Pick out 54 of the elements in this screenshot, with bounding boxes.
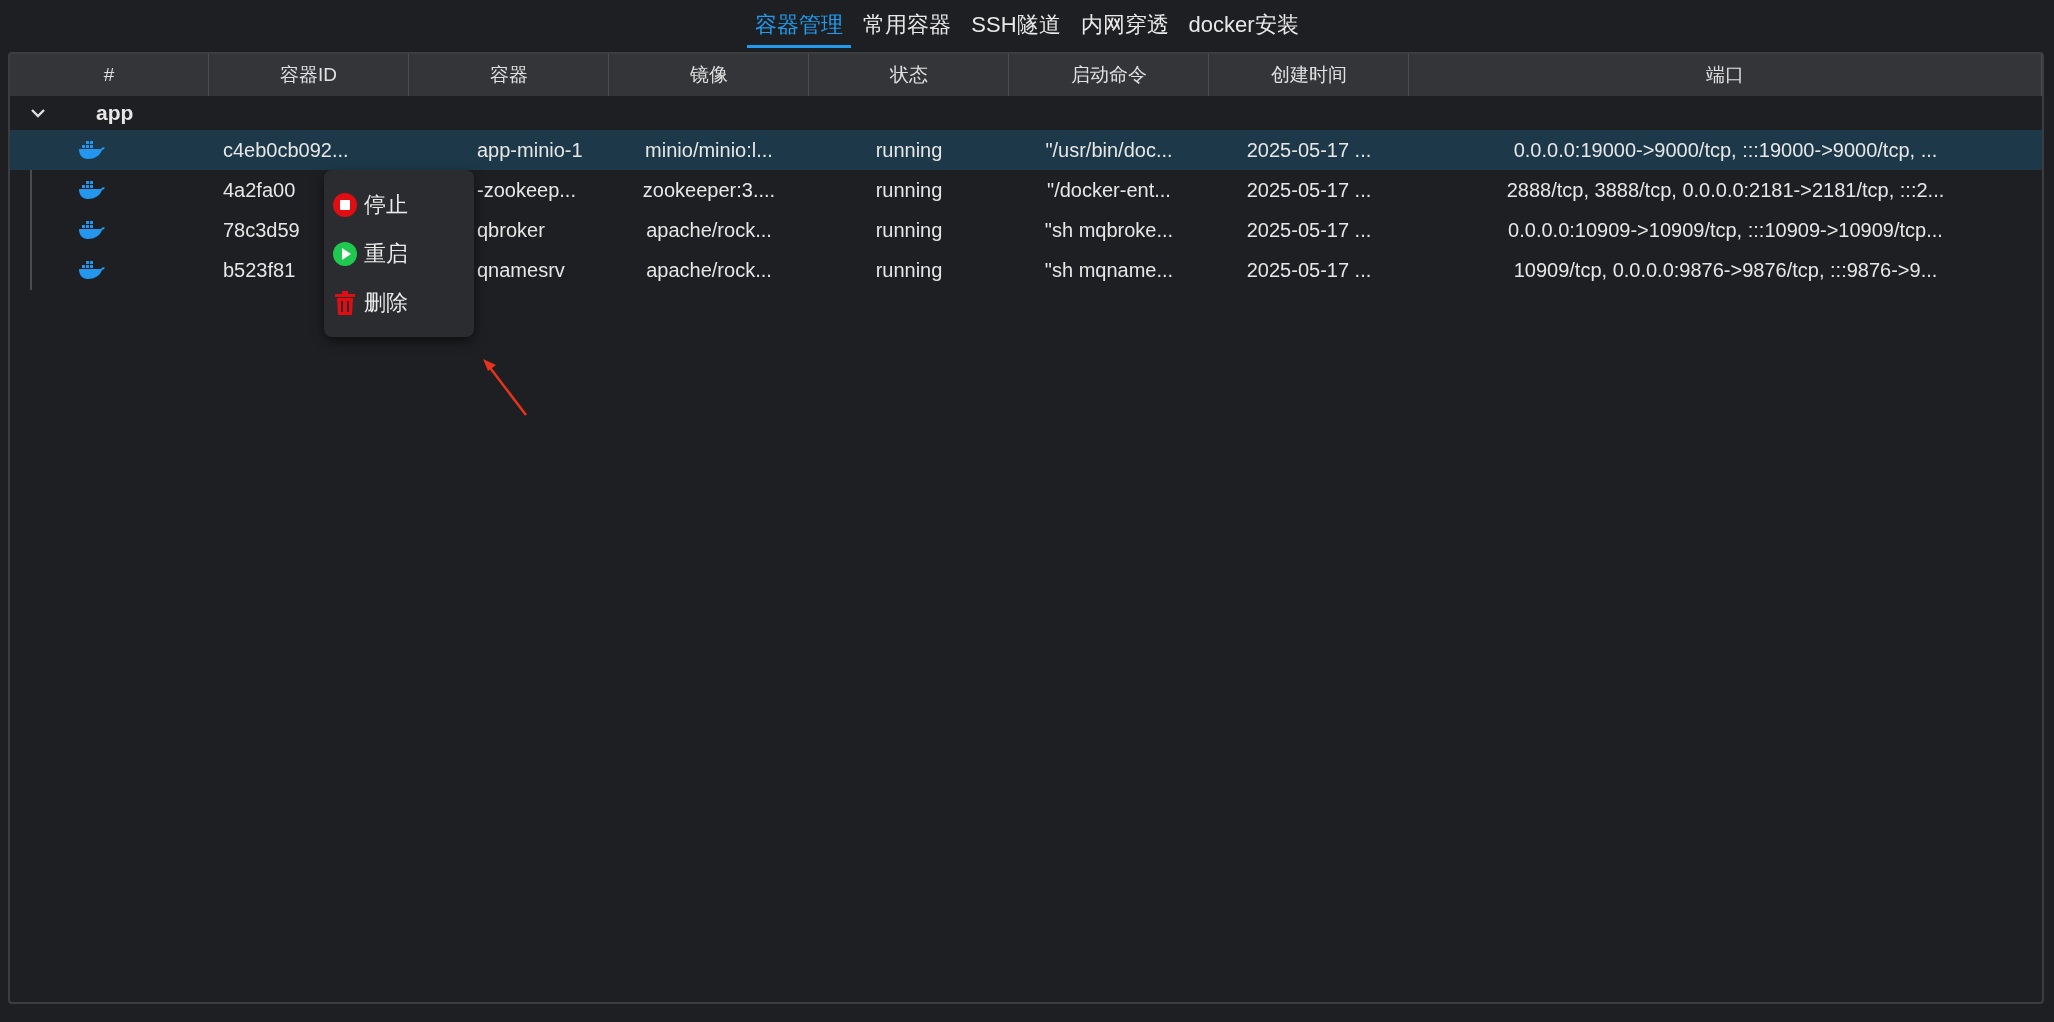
table-cell-text: qbroker xyxy=(477,218,545,243)
table-cell-text: "/usr/bin/doc... xyxy=(1045,138,1173,163)
play-icon xyxy=(332,240,358,267)
table-cell-text: -zookeep... xyxy=(477,178,576,203)
whale-icon xyxy=(78,180,106,200)
column-header[interactable]: 端口 xyxy=(1409,54,2042,96)
table-cell-text: 2888/tcp, 3888/tcp, 0.0.0.0:2181->2181/tcp, :::2... xyxy=(1506,178,1945,203)
table-cell-text: 0.0.0.0:10909->10909/tcp, :::10909->10909/tcp... xyxy=(1508,218,1943,243)
table-cell-text: qnamesrv xyxy=(477,258,565,283)
tab[interactable]: 常用容器 xyxy=(855,6,960,48)
table-cell-text: minio/minio:l... xyxy=(645,138,773,163)
menu-item[interactable]: 停止 xyxy=(324,180,416,229)
trash-icon xyxy=(332,289,358,316)
table-cell-text: 10909/tcp, 0.0.0.0:9876->9876/tcp, :::9876->9... xyxy=(1513,258,1938,283)
table-cell-text: 2025-05-17 ... xyxy=(1246,138,1372,163)
table-cell-text: 0.0.0.0:19000->9000/tcp, :::19000->9000/tcp, ... xyxy=(1513,138,1938,163)
column-header[interactable]: 镜像 xyxy=(609,54,809,96)
table-cell-text: running xyxy=(875,258,943,283)
column-header[interactable]: # xyxy=(10,54,209,96)
table-cell-text: app-minio-1 xyxy=(477,138,583,163)
tab[interactable]: SSH隧道 xyxy=(963,6,1069,48)
menu-item[interactable]: 删除 xyxy=(324,278,416,327)
table-cell-text: 78c3d59 xyxy=(223,218,300,243)
table-cell-text: running xyxy=(875,138,943,163)
stop-icon xyxy=(332,191,358,218)
whale-icon xyxy=(78,220,106,240)
tab[interactable]: 容器管理 xyxy=(747,6,852,48)
tab[interactable]: docker安装 xyxy=(1180,6,1307,48)
column-header[interactable]: 创建时间 xyxy=(1209,54,1409,96)
chevron-icon[interactable] xyxy=(30,107,46,119)
table-cell-text: apache/rock... xyxy=(646,258,772,283)
table-cell-text: 4a2fa00 xyxy=(223,178,296,203)
table-cell-text: b523f81 xyxy=(223,258,296,283)
column-header[interactable]: 启动命令 xyxy=(1009,54,1209,96)
whale-icon xyxy=(78,140,106,160)
table-row[interactable]: c4eb0cb092... app-minio-1 minio/minio:l... running "/usr/bin/doc... 2025-05-17 ... 0.0.0.0:19000->9000/tcp, :::19000->9000/tcp, ... xyxy=(10,130,2042,170)
table-cell-text: running xyxy=(875,218,943,243)
table-cell-text: 2025-05-17 ... xyxy=(1246,258,1372,283)
table-cell-text: zookeeper:3.... xyxy=(642,178,776,203)
table-cell-text: 2025-05-17 ... xyxy=(1246,218,1372,243)
table-cell-text: apache/rock... xyxy=(646,218,772,243)
menu-item[interactable]: 重启 xyxy=(324,229,416,278)
tab[interactable]: 内网穿透 xyxy=(1072,6,1177,48)
table-cell-text: "/docker-ent... xyxy=(1047,178,1171,203)
column-header[interactable]: 容器 xyxy=(409,54,609,96)
table-cell-text: running xyxy=(875,178,943,203)
column-header[interactable]: 容器ID xyxy=(209,54,409,96)
whale-icon xyxy=(78,260,106,280)
table-cell-text: "sh mqname... xyxy=(1044,258,1174,283)
column-header[interactable]: 状态 xyxy=(809,54,1009,96)
table-cell-text: c4eb0cb092... xyxy=(223,138,349,163)
table-cell-text: 2025-05-17 ... xyxy=(1246,178,1372,203)
table-cell-text: "sh mqbroke... xyxy=(1044,218,1174,243)
group-name: app xyxy=(96,100,134,127)
